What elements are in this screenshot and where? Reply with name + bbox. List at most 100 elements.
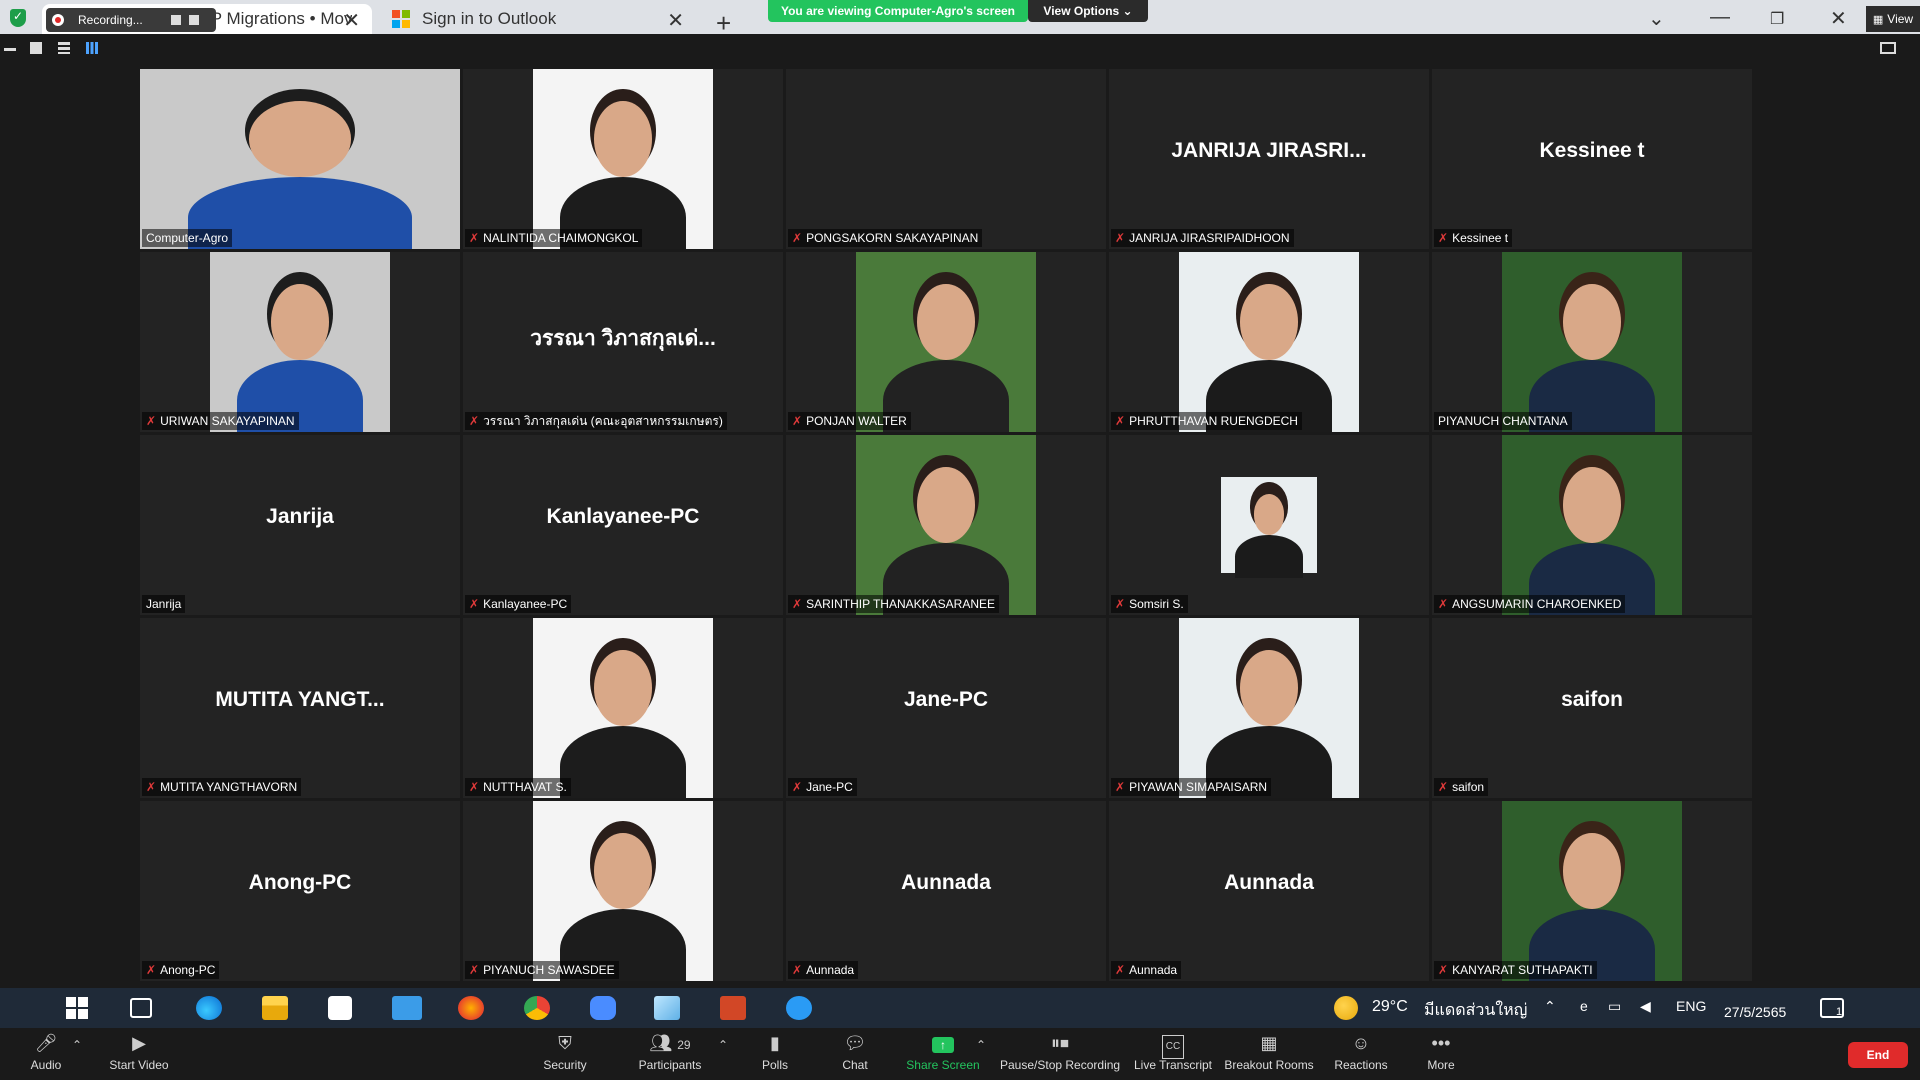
firefox-icon[interactable]	[458, 996, 484, 1020]
mic-muted-icon: ✗	[469, 780, 480, 794]
participants-chevron-icon[interactable]: ⌃	[718, 1038, 728, 1052]
participant-tile[interactable]: ✗ SARINTHIP THANAKKASARANEE	[786, 435, 1106, 615]
participant-tile[interactable]: JANRIJA JIRASRI... ✗ JANRIJA JIRASRIPAIDHO…	[1109, 69, 1429, 249]
participant-tile[interactable]: Kanlayanee-PC ✗ Kanlayanee-PC	[463, 435, 783, 615]
edge-icon[interactable]	[196, 996, 222, 1020]
participant-tile[interactable]: ✗ URIWAN SAKAYAPINAN	[140, 252, 460, 432]
participant-tile[interactable]: ✗ NALINTIDA CHAIMONGKOL	[463, 69, 783, 249]
participant-tile[interactable]: Janrija Janrija	[140, 435, 460, 615]
network-icon[interactable]: ▭	[1608, 998, 1621, 1015]
participant-tile[interactable]: ✗ Somsiri S.	[1109, 435, 1429, 615]
restore-icon[interactable]: ❐	[1770, 9, 1784, 29]
powerpoint-icon[interactable]	[720, 996, 746, 1020]
volume-icon[interactable]: ◀	[1640, 998, 1651, 1015]
audio-options-chevron-icon[interactable]: ⌃	[72, 1038, 82, 1052]
exit-fullscreen-icon[interactable]	[1880, 42, 1896, 54]
weather-sun-icon[interactable]	[1334, 996, 1358, 1020]
participants-button[interactable]: 👥︎ 29 Participants	[625, 1032, 715, 1072]
close-icon[interactable]: ✕	[343, 8, 360, 33]
share-screen-label: Share Screen	[906, 1058, 980, 1072]
chrome-icon[interactable]	[524, 996, 550, 1020]
view-options-button[interactable]: View Options ⌄	[1028, 0, 1148, 22]
participant-tile[interactable]: ✗ PONGSAKORN SAKAYAPINAN	[786, 69, 1106, 249]
participant-tile[interactable]: ✗ NUTTHAVAT S.	[463, 618, 783, 798]
close-window-icon[interactable]: ✕	[1830, 6, 1847, 31]
participant-tile[interactable]: ✗ PIYANUCH SAWASDEE	[463, 801, 783, 981]
recording-controls[interactable]	[170, 15, 199, 25]
recording-indicator[interactable]: Recording...	[46, 8, 216, 32]
participant-tile[interactable]: ✗ PHRUTTHAVAN RUENGDECH	[1109, 252, 1429, 432]
participant-tile[interactable]: Aunnada ✗ Aunnada	[1109, 801, 1429, 981]
chat-button[interactable]: 💬︎ Chat	[810, 1032, 900, 1072]
breakout-rooms-button[interactable]: ▦ Breakout Rooms	[1224, 1032, 1314, 1072]
security-button[interactable]: ⛨ Security	[520, 1032, 610, 1072]
participant-tile[interactable]: MUTITA YANGT... ✗ MUTITA YANGTHAVORN	[140, 618, 460, 798]
close-icon[interactable]: ✕	[667, 8, 684, 33]
participant-name-text: URIWAN SAKAYAPINAN	[160, 414, 295, 428]
share-screen-button[interactable]: ↑ Share Screen	[898, 1032, 988, 1072]
share-screen-chevron-icon[interactable]: ⌃	[976, 1038, 986, 1052]
participant-tile[interactable]: ✗ ANGSUMARIN CHAROENKED	[1432, 435, 1752, 615]
notification-count: 1	[1836, 1006, 1843, 1018]
chevron-down-icon[interactable]: ⌄	[1648, 6, 1665, 31]
store-icon[interactable]	[328, 996, 352, 1020]
gallery-view-icon[interactable]	[86, 42, 98, 54]
screen-share-banner: You are viewing Computer-Agro's screen	[768, 0, 1028, 22]
app-window-icon[interactable]	[654, 996, 680, 1020]
strip-view-icon[interactable]	[58, 42, 70, 54]
participant-tile[interactable]: Anong-PC ✗ Anong-PC	[140, 801, 460, 981]
participant-name-label: ✗ วรรณา วิภาสกุลเด่น (คณะอุตสาหกรรมเกษตร)	[465, 412, 727, 430]
pause-icon[interactable]	[170, 15, 181, 25]
chevron-up-icon[interactable]: ⌃	[1544, 998, 1556, 1015]
mail-icon[interactable]	[392, 996, 422, 1020]
more-button[interactable]: ••• More	[1396, 1032, 1486, 1072]
participant-tile[interactable]: Computer-Agro	[140, 69, 460, 249]
tab-outlook[interactable]: Sign in to Outlook ✕	[376, 4, 696, 34]
participant-video	[140, 69, 460, 249]
windows-start-icon[interactable]	[66, 997, 88, 1019]
taskbar-date[interactable]: 27/5/2565	[1724, 1004, 1786, 1020]
person-face	[917, 467, 975, 543]
live-transcript-button[interactable]: CC Live Transcript	[1128, 1032, 1218, 1072]
participant-tile[interactable]: ✗ PONJAN WALTER	[786, 252, 1106, 432]
zoom-app-icon[interactable]	[590, 996, 616, 1020]
polls-button[interactable]: ▮ Polls	[730, 1032, 820, 1072]
participant-name-text: JANRIJA JIRASRIPAIDHOON	[1129, 231, 1290, 245]
participant-tile[interactable]: ✗ PIYAWAN SIMAPAISARN	[1109, 618, 1429, 798]
participant-tile[interactable]: Jane-PC ✗ Jane-PC	[786, 618, 1106, 798]
file-explorer-icon[interactable]	[262, 996, 288, 1020]
end-meeting-button[interactable]: End	[1848, 1042, 1908, 1068]
participant-name-label: ✗ Jane-PC	[788, 778, 857, 796]
participant-name-text: Aunnada	[1129, 963, 1178, 977]
participants-label: Participants	[638, 1058, 702, 1072]
minimize-view-icon[interactable]	[4, 48, 16, 51]
participant-tile[interactable]: Aunnada ✗ Aunnada	[786, 801, 1106, 981]
reactions-button[interactable]: ☺︎ Reactions	[1316, 1032, 1406, 1072]
participant-display-name: Anong-PC	[248, 871, 352, 894]
cc-icon: CC	[1128, 1032, 1218, 1059]
participant-video	[1502, 435, 1682, 615]
person-face	[594, 101, 652, 177]
participant-name-label: ✗ URIWAN SAKAYAPINAN	[142, 412, 299, 430]
participant-name-text: Aunnada	[806, 963, 855, 977]
participant-tile[interactable]: วรรณา วิภาสกุลเด่... ✗ วรรณา วิภาสกุลเด่น …	[463, 252, 783, 432]
participant-tile[interactable]: saifon ✗ saifon	[1432, 618, 1752, 798]
polls-label: Polls	[761, 1058, 788, 1072]
language-indicator[interactable]: ENG	[1676, 998, 1706, 1014]
edge-tray-icon[interactable]: e	[1580, 998, 1588, 1014]
mic-muted-icon: ✗	[469, 963, 480, 977]
stop-icon[interactable]	[188, 15, 199, 25]
task-view-icon[interactable]	[130, 998, 152, 1018]
view-button[interactable]: ▦ View	[1866, 6, 1920, 32]
start-video-button[interactable]: ▶︎ Start Video	[94, 1032, 184, 1072]
speaker-view-icon[interactable]	[30, 42, 42, 54]
minimize-icon[interactable]: —	[1710, 6, 1730, 29]
person-face	[1253, 494, 1285, 535]
participant-tile[interactable]: Kessinee t ✗ Kessinee t	[1432, 69, 1752, 249]
internet-explorer-icon[interactable]	[786, 996, 812, 1020]
pause-stop-recording-button[interactable]: ⏸︎⏹︎ Pause/Stop Recording	[1000, 1032, 1120, 1072]
share-screen-icon: ↑	[898, 1032, 988, 1054]
participant-tile[interactable]: ✗ KANYARAT SUTHAPAKTI	[1432, 801, 1752, 981]
participant-tile[interactable]: PIYANUCH CHANTANA	[1432, 252, 1752, 432]
participant-name-text: PIYANUCH SAWASDEE	[483, 963, 615, 977]
